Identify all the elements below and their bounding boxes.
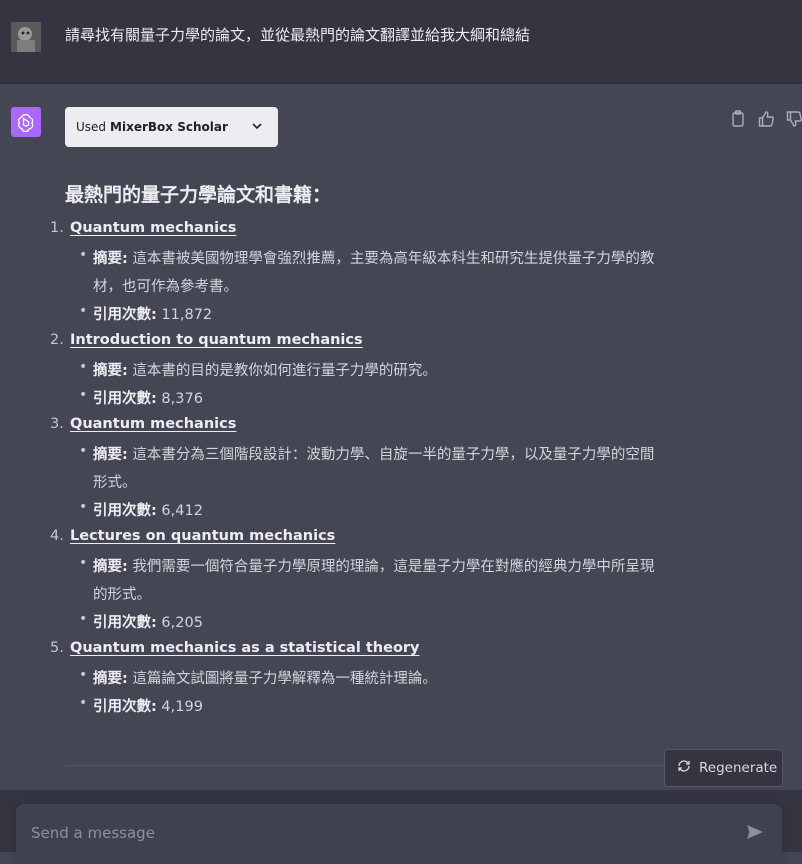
summary-label: 摘要: (93, 671, 128, 687)
citations-count: 8,376 (161, 391, 203, 407)
summary-text-continued: 材，也可作為參考書。 (93, 279, 238, 295)
summary-label: 摘要: (93, 363, 128, 379)
assistant-message-row: Used MixerBox Scholar 最熱門的量子力學論文和書籍： 1. … (0, 84, 802, 784)
citations-label: 引用次數: (93, 615, 157, 631)
citations-label: 引用次數: (93, 391, 157, 407)
summary-line: 摘要: 這篇論文試圖將量子力學解釋為一種統計理論。 (93, 667, 437, 688)
refresh-icon (677, 759, 691, 777)
user-avatar (11, 22, 41, 52)
citations-count: 6,205 (161, 615, 203, 631)
bullet: • (79, 359, 88, 375)
thumbs-up-icon[interactable] (758, 110, 774, 128)
item-number: 2. (50, 332, 64, 348)
citations-count: 11,872 (161, 307, 213, 323)
bullet: • (79, 667, 88, 683)
summary-label: 摘要: (93, 447, 128, 463)
bullet: • (79, 443, 88, 459)
citations-label: 引用次數: (93, 307, 157, 323)
citations-line: 引用次數: 11,872 (93, 303, 212, 324)
item-number: 5. (50, 640, 64, 656)
summary-line: 摘要: 這本書被美國物理學會強烈推薦，主要為高年級本科生和研究生提供量子力學的教 (93, 247, 654, 268)
citations-line: 引用次數: 6,412 (93, 499, 203, 520)
summary-text: 這篇論文試圖將量子力學解釋為一種統計理論。 (132, 671, 437, 687)
send-icon[interactable] (745, 822, 765, 842)
bullet: • (79, 695, 88, 711)
copy-icon[interactable] (730, 110, 746, 128)
summary-text: 這本書分為三個階段設計：波動力學、自旋一半的量子力學，以及量子力學的空間 (132, 447, 655, 463)
thumbs-down-icon[interactable] (786, 110, 802, 128)
paper-title-link[interactable]: Quantum mechanics (70, 220, 236, 236)
citations-count: 6,412 (161, 503, 203, 519)
plugin-name: MixerBox Scholar (110, 120, 228, 134)
bullet: • (79, 499, 88, 515)
bullet: • (79, 611, 88, 627)
summary-text-continued: 的形式。 (93, 587, 151, 603)
bullet: • (79, 555, 88, 571)
chatgpt-logo-icon (11, 107, 41, 137)
message-actions (730, 110, 802, 128)
summary-label: 摘要: (93, 559, 128, 575)
plugin-used-dropdown[interactable]: Used MixerBox Scholar (65, 107, 278, 147)
summary-label: 摘要: (93, 251, 128, 267)
response-heading: 最熱門的量子力學論文和書籍： (65, 184, 332, 206)
paper-title-link[interactable]: Quantum mechanics as a statistical theor… (70, 640, 420, 656)
regenerate-label: Regenerate (699, 760, 778, 776)
item-number: 3. (50, 416, 64, 432)
citations-line: 引用次數: 6,205 (93, 611, 203, 632)
user-message-row: 請尋找有關量子力學的論文，並從最熱門的論文翻譯並給我大綱和總結 (0, 0, 802, 84)
chevron-down-icon (250, 119, 264, 136)
regenerate-button[interactable]: Regenerate (664, 749, 783, 787)
summary-text: 這本書的目的是教你如何進行量子力學的研究。 (132, 363, 437, 379)
citations-line: 引用次數: 8,376 (93, 387, 203, 408)
user-message-text: 請尋找有關量子力學的論文，並從最熱門的論文翻譯並給我大綱和總結 (65, 26, 531, 44)
paper-title-link[interactable]: Quantum mechanics (70, 416, 236, 432)
bullet: • (79, 387, 88, 403)
paper-title-link[interactable]: Introduction to quantum mechanics (70, 332, 363, 348)
bullet: • (79, 303, 88, 319)
citations-label: 引用次數: (93, 699, 157, 715)
summary-text: 這本書被美國物理學會強烈推薦，主要為高年級本科生和研究生提供量子力學的教 (132, 251, 655, 267)
citations-label: 引用次數: (93, 503, 157, 519)
divider (65, 765, 715, 766)
summary-line: 摘要: 這本書分為三個階段設計：波動力學、自旋一半的量子力學，以及量子力學的空間 (93, 443, 654, 464)
summary-text-continued: 形式。 (93, 475, 137, 491)
item-number: 1. (50, 220, 64, 236)
message-composer (16, 804, 782, 864)
citations-count: 4,199 (161, 699, 203, 715)
citations-line: 引用次數: 4,199 (93, 695, 203, 716)
item-number: 4. (50, 528, 64, 544)
paper-title-link[interactable]: Lectures on quantum mechanics (70, 528, 335, 544)
bullet: • (79, 247, 88, 263)
plugin-used-prefix: Used (76, 120, 107, 134)
summary-line: 摘要: 這本書的目的是教你如何進行量子力學的研究。 (93, 359, 437, 380)
message-input[interactable] (31, 822, 711, 844)
summary-line: 摘要: 我們需要一個符合量子力學原理的理論，這是量子力學在對應的經典力學中所呈現 (93, 555, 654, 576)
summary-text: 我們需要一個符合量子力學原理的理論，這是量子力學在對應的經典力學中所呈現 (132, 559, 655, 575)
